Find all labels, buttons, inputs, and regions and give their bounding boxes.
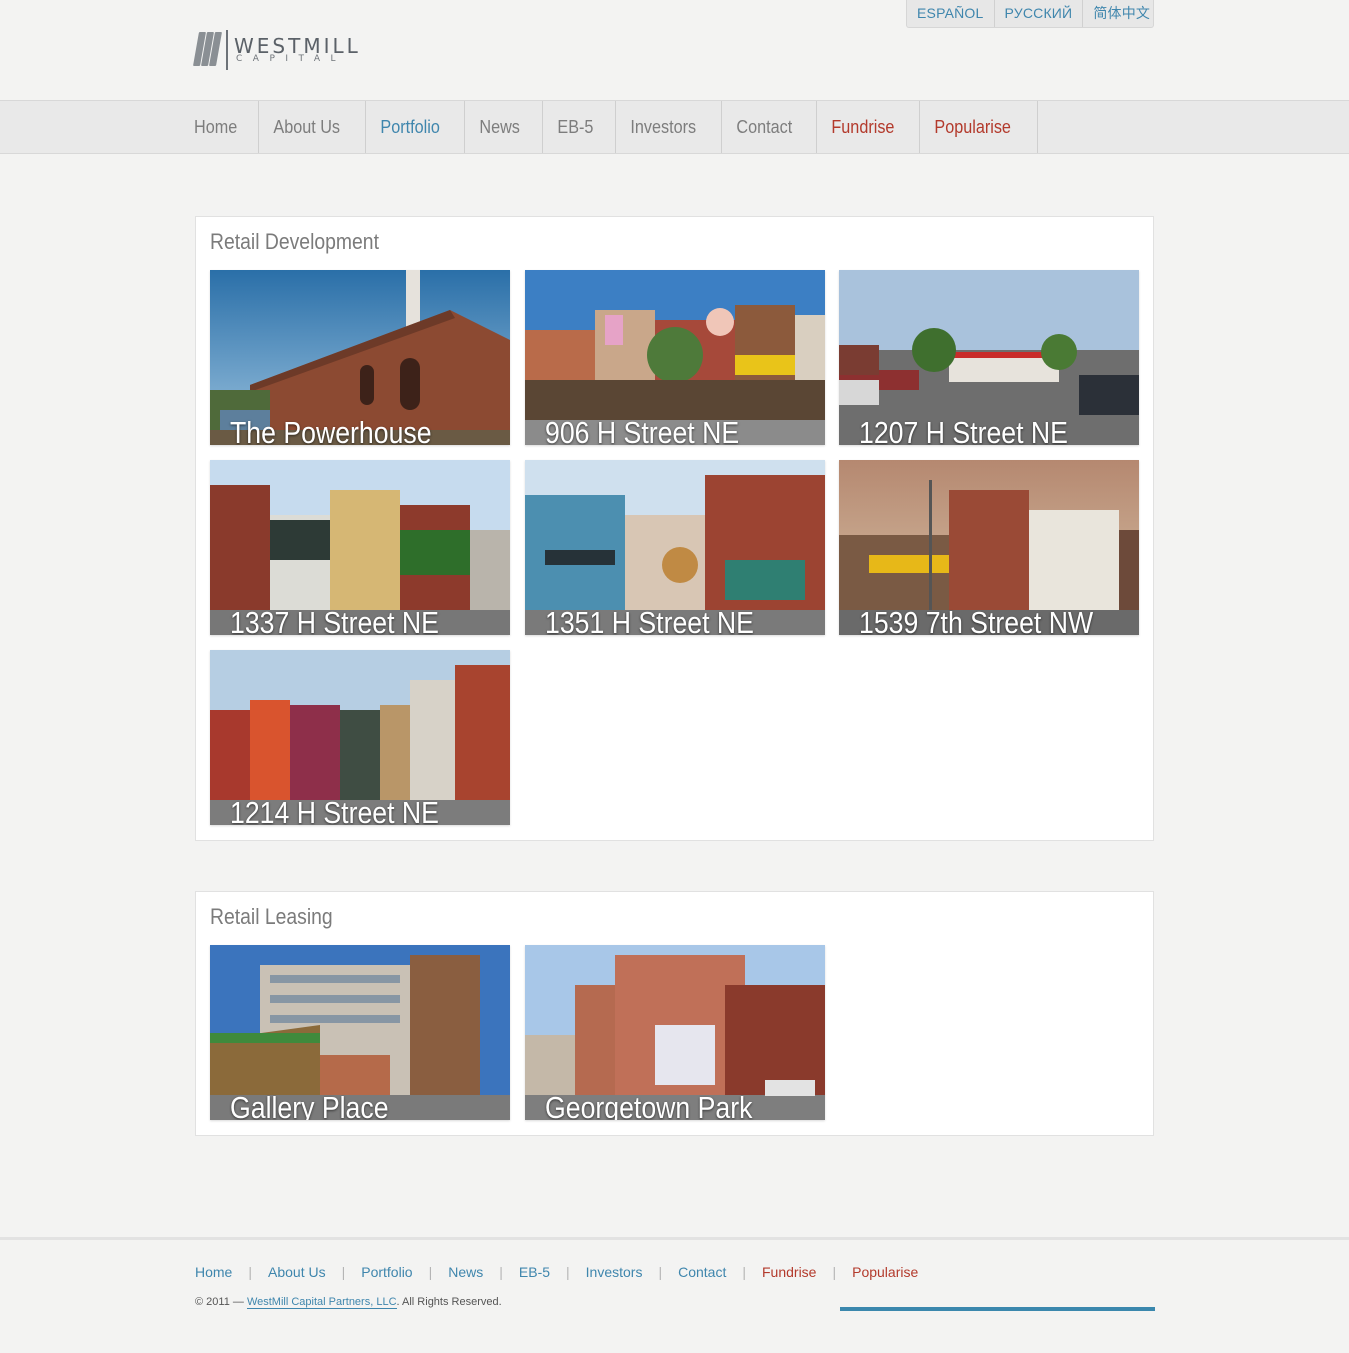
footer-link-fundrise[interactable]: Fundrise xyxy=(762,1264,816,1280)
retail-development-panel: Retail Development The Powerhouse 906 H … xyxy=(195,216,1154,841)
logo-subtitle: CAPITAL xyxy=(236,54,346,64)
nav-news[interactable]: News xyxy=(465,117,534,138)
property-tile-906-h-street-ne[interactable]: 906 H Street NE xyxy=(525,270,825,445)
westmill-logo[interactable]: WESTMILL CAPITAL xyxy=(193,30,364,72)
language-chinese-link[interactable]: 简体中文 xyxy=(1083,0,1160,27)
copyright-prefix: © 2011 — xyxy=(195,1296,244,1308)
property-caption: 906 H Street NE xyxy=(545,415,740,445)
property-caption: 1207 H Street NE xyxy=(859,415,1068,445)
main-nav: Home About Us Portfolio News EB-5 Invest… xyxy=(0,100,1349,154)
footer-accent-bar xyxy=(840,1307,1155,1311)
logo-divider xyxy=(226,30,228,70)
footer: Home | About Us | Portfolio | News | EB-5 | I… xyxy=(0,1237,1349,1353)
footer-separator: | xyxy=(566,1264,570,1280)
footer-link-home[interactable]: Home xyxy=(195,1264,232,1280)
property-tile-1207-h-street-ne[interactable]: 1207 H Street NE xyxy=(839,270,1139,445)
footer-link-popularise[interactable]: Popularise xyxy=(852,1264,918,1280)
property-tile-1214-h-street-ne[interactable]: 1214 H Street NE xyxy=(210,650,510,825)
property-caption: The Powerhouse xyxy=(230,415,432,445)
property-tile-georgetown-park[interactable]: Georgetown Park xyxy=(525,945,825,1120)
nav-home[interactable]: Home xyxy=(194,117,252,138)
property-caption: 1351 H Street NE xyxy=(545,605,754,635)
footer-nav: Home | About Us | Portfolio | News | EB-5 | I… xyxy=(195,1264,918,1280)
nav-eb5[interactable]: EB-5 xyxy=(543,117,608,138)
footer-separator: | xyxy=(658,1264,663,1280)
language-espanol-link[interactable]: ESPAÑOL xyxy=(907,0,995,27)
footer-separator: | xyxy=(248,1264,252,1280)
footer-separator: | xyxy=(832,1264,837,1280)
section-title: Retail Development xyxy=(210,229,379,254)
footer-separator: | xyxy=(499,1264,503,1280)
nav-portfolio[interactable]: Portfolio xyxy=(366,117,454,138)
copyright: © 2011 — WestMill Capital Partners, LLC.… xyxy=(195,1296,502,1309)
copyright-suffix: . All Rights Reserved. xyxy=(396,1296,502,1308)
language-russian-link[interactable]: РУССКИЙ xyxy=(995,0,1084,27)
nav-about-us[interactable]: About Us xyxy=(259,117,354,138)
section-title: Retail Leasing xyxy=(210,904,333,929)
retail-leasing-panel: Retail Leasing Gallery Place Georgetown … xyxy=(195,891,1154,1136)
property-tile-gallery-place[interactable]: Gallery Place xyxy=(210,945,510,1120)
property-tile-1539-7th-street-nw[interactable]: 1539 7th Street NW xyxy=(839,460,1139,635)
footer-separator: | xyxy=(742,1264,746,1280)
property-caption: 1337 H Street NE xyxy=(230,605,439,635)
footer-link-portfolio[interactable]: Portfolio xyxy=(361,1264,412,1280)
footer-separator: | xyxy=(341,1264,346,1280)
property-tile-1337-h-street-ne[interactable]: 1337 H Street NE xyxy=(210,460,510,635)
property-tile-1351-h-street-ne[interactable]: 1351 H Street NE xyxy=(525,460,825,635)
property-caption: Georgetown Park xyxy=(545,1090,753,1120)
nav-investors[interactable]: Investors xyxy=(616,117,711,138)
footer-link-news[interactable]: News xyxy=(448,1264,483,1280)
footer-link-investors[interactable]: Investors xyxy=(586,1264,643,1280)
footer-separator: | xyxy=(428,1264,433,1280)
copyright-company-link[interactable]: WestMill Capital Partners, LLC xyxy=(246,1296,397,1309)
property-caption: 1214 H Street NE xyxy=(230,795,439,825)
footer-link-about-us[interactable]: About Us xyxy=(268,1264,326,1280)
nav-popularise[interactable]: Popularise xyxy=(920,117,1025,138)
property-tile-the-powerhouse[interactable]: The Powerhouse xyxy=(210,270,510,445)
language-switcher: ESPAÑOL РУССКИЙ 简体中文 xyxy=(906,0,1154,28)
property-caption: Gallery Place xyxy=(230,1090,389,1120)
footer-link-contact[interactable]: Contact xyxy=(678,1264,726,1280)
footer-link-eb5[interactable]: EB-5 xyxy=(519,1264,550,1280)
property-caption: 1539 7th Street NW xyxy=(859,605,1094,635)
nav-fundrise[interactable]: Fundrise xyxy=(817,117,909,138)
logo-mark-icon xyxy=(193,32,222,66)
nav-contact[interactable]: Contact xyxy=(722,117,807,138)
